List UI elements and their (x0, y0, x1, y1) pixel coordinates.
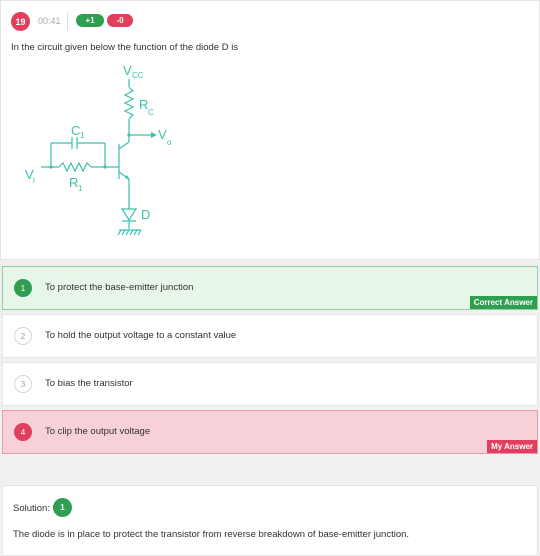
option-3[interactable]: 3 To bias the transistor (2, 362, 538, 406)
option-number-badge: 2 (14, 327, 32, 345)
solution-card: Solution: 1 The diode is in place to pro… (2, 485, 538, 556)
vo-label: V (158, 127, 167, 142)
r1-subscript: 1 (78, 184, 83, 193)
positive-marks-badge: +1 (76, 14, 104, 27)
question-number-badge: 19 (11, 12, 30, 31)
rc-subscript: C (148, 108, 154, 117)
option-text: To hold the output voltage to a constant… (45, 330, 237, 341)
option-number-badge: 4 (14, 423, 32, 441)
header-divider (67, 12, 68, 30)
solution-answer-badge: 1 (53, 498, 72, 517)
rc-label: R (139, 97, 148, 112)
correct-answer-tag: Correct Answer (469, 296, 537, 309)
vcc-subscript: CC (132, 71, 144, 80)
diode-label: D (141, 207, 150, 222)
negative-marks-badge: -0 (107, 14, 133, 27)
vcc-label: V (123, 63, 132, 78)
c1-subscript: 1 (80, 131, 85, 140)
option-4[interactable]: 4 To clip the output voltage My Answer (2, 410, 538, 454)
option-2[interactable]: 2 To hold the output voltage to a consta… (2, 314, 538, 358)
option-text: To protect the base-emitter junction (45, 282, 194, 293)
question-text: In the circuit given below the function … (11, 42, 239, 53)
question-card: 19 00:41 +1 -0 In the circuit given belo… (0, 0, 540, 260)
vo-subscript: o (167, 138, 172, 147)
question-timer: 00:41 (38, 16, 61, 26)
vi-subscript: i (33, 176, 35, 185)
my-answer-tag: My Answer (487, 440, 537, 453)
circuit-diagram: V CC R C V o C 1 V i R 1 D (25, 63, 172, 236)
option-1[interactable]: 1 To protect the base-emitter junction C… (2, 266, 538, 310)
r1-label: R (69, 175, 78, 190)
solution-text: The diode is in place to protect the tra… (13, 529, 410, 540)
solution-label: Solution: (13, 503, 50, 514)
option-text: To bias the transistor (45, 378, 133, 389)
option-number-badge: 1 (14, 279, 32, 297)
option-number-badge: 3 (14, 375, 32, 393)
c1-label: C (71, 123, 80, 138)
option-text: To clip the output voltage (45, 426, 151, 437)
